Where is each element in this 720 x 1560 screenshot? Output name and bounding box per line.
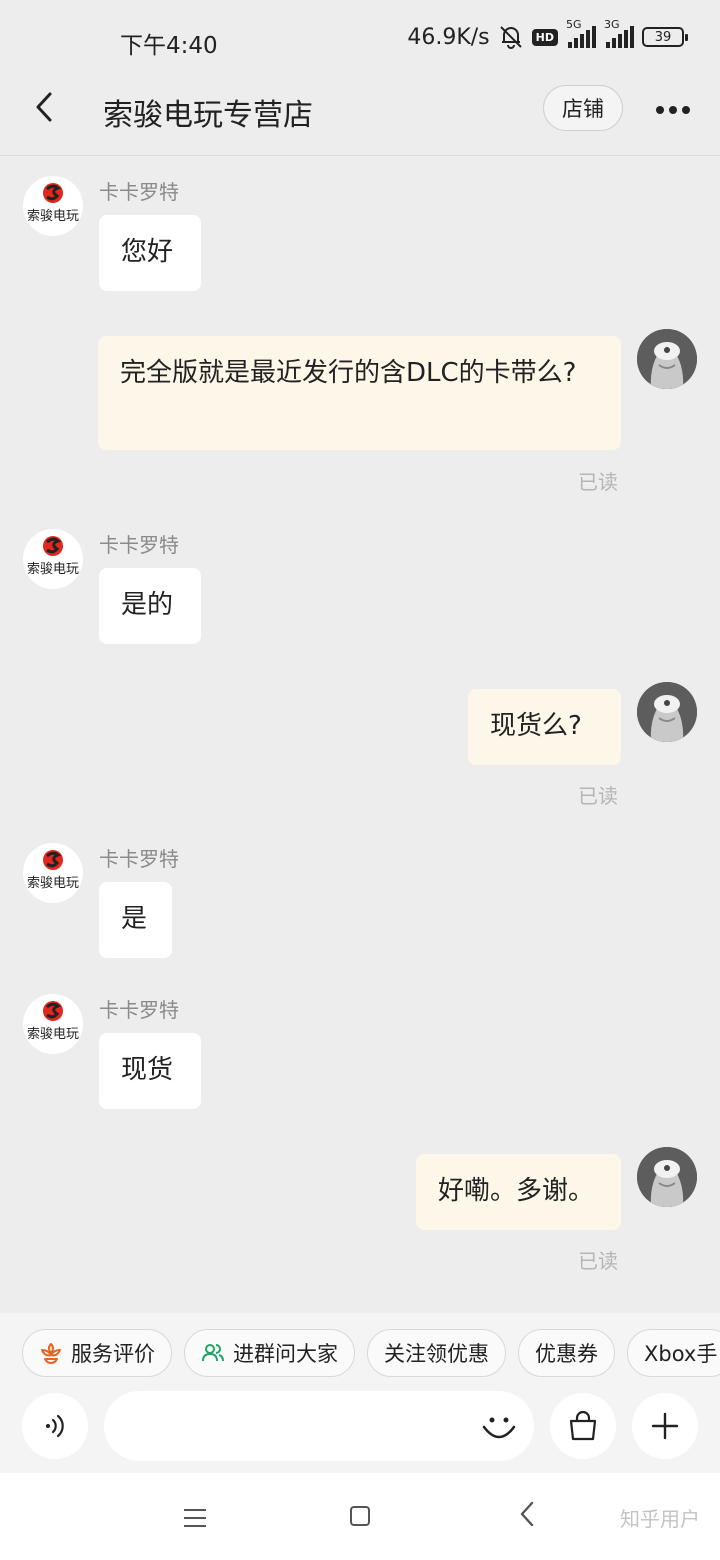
- plus-icon: [651, 1412, 679, 1440]
- shop-logo-text: 索骏电玩: [27, 876, 79, 891]
- shop-logo-icon: 索骏电玩: [27, 850, 79, 891]
- recent-apps-icon[interactable]: [184, 1509, 206, 1533]
- sender-name: 卡卡罗特: [99, 533, 179, 557]
- status-icons: 46.9K/s HD 5G 3G 39: [407, 18, 688, 50]
- sender-name: 卡卡罗特: [99, 847, 179, 871]
- shop-avatar[interactable]: 索骏电玩: [23, 529, 83, 589]
- user-avatar-image: [637, 329, 697, 389]
- user-avatar[interactable]: [637, 682, 697, 742]
- shop-logo-icon: 索骏电玩: [27, 1001, 79, 1042]
- shop-avatar[interactable]: 索骏电玩: [23, 994, 83, 1054]
- signal-5g-icon: 5G: [566, 18, 596, 48]
- watermark: 知乎用户: [620, 1507, 700, 1531]
- user-avatar[interactable]: [637, 329, 697, 389]
- message-bubble[interactable]: 是的: [99, 568, 201, 644]
- shop-button[interactable]: 店铺: [543, 85, 623, 131]
- group-icon: [202, 1344, 224, 1362]
- message-bubble[interactable]: 现货么?: [468, 689, 621, 765]
- emoji-icon[interactable]: [478, 1405, 520, 1447]
- message-bubble[interactable]: 是: [99, 882, 172, 958]
- user-avatar-image: [637, 682, 697, 742]
- quick-actions: 服务评价 进群问大家 关注领优惠 优惠券 Xbox手: [22, 1329, 720, 1377]
- shop-avatar[interactable]: 索骏电玩: [23, 843, 83, 903]
- status-time: 下午4:40: [120, 33, 218, 59]
- plus-button[interactable]: [632, 1393, 698, 1459]
- hd-badge: HD: [531, 28, 558, 46]
- shop-logo-icon: 索骏电玩: [27, 536, 79, 577]
- shopping-bag-button[interactable]: [550, 1393, 616, 1459]
- back-arrow-icon[interactable]: [30, 92, 60, 122]
- system-nav-bar: 知乎用户: [0, 1473, 720, 1560]
- home-icon[interactable]: [350, 1506, 370, 1526]
- read-status: 已读: [578, 784, 618, 808]
- input-row: [0, 1391, 720, 1461]
- chip-label: 优惠券: [535, 1342, 598, 1366]
- user-avatar-image: [637, 1147, 697, 1207]
- chip-label: Xbox手: [644, 1342, 718, 1366]
- chip-service-rating[interactable]: 服务评价: [22, 1329, 172, 1377]
- chat-header: 索骏电玩专营店 店铺: [0, 80, 720, 156]
- battery-icon: 39: [642, 27, 688, 47]
- chip-xbox[interactable]: Xbox手: [627, 1329, 720, 1377]
- sender-name: 卡卡罗特: [99, 998, 179, 1022]
- shop-logo-text: 索骏电玩: [27, 209, 79, 224]
- message-bubble[interactable]: 您好: [99, 215, 201, 291]
- bell-muted-icon: [499, 26, 522, 49]
- chip-coupons[interactable]: 优惠券: [518, 1329, 615, 1377]
- signal-5g-label: 5G: [566, 18, 582, 31]
- nav-back-icon[interactable]: [518, 1499, 538, 1529]
- shopping-bag-icon: [569, 1410, 597, 1441]
- signal-3g-icon: 3G: [604, 18, 634, 48]
- read-status: 已读: [578, 1249, 618, 1273]
- message-input[interactable]: [104, 1391, 534, 1461]
- signal-3g-label: 3G: [604, 18, 620, 31]
- voice-input-button[interactable]: [22, 1393, 88, 1459]
- user-avatar[interactable]: [637, 1147, 697, 1207]
- sender-name: 卡卡罗特: [99, 180, 179, 204]
- chip-join-group[interactable]: 进群问大家: [184, 1329, 355, 1377]
- read-status: 已读: [578, 470, 618, 494]
- chip-label: 关注领优惠: [384, 1342, 489, 1366]
- shop-title: 索骏电玩专营店: [103, 98, 313, 133]
- bottom-panel: 服务评价 进群问大家 关注领优惠 优惠券 Xbox手: [0, 1313, 720, 1473]
- shop-logo-text: 索骏电玩: [27, 1027, 79, 1042]
- chip-label: 服务评价: [71, 1342, 155, 1366]
- chip-label: 进群问大家: [233, 1342, 338, 1366]
- status-bar: 下午4:40 46.9K/s HD 5G 3G 39: [0, 0, 720, 80]
- message-bubble[interactable]: 现货: [99, 1033, 201, 1109]
- shop-avatar[interactable]: 索骏电玩: [23, 176, 83, 236]
- message-bubble[interactable]: 好嘞。多谢。: [416, 1154, 621, 1230]
- voice-icon: [46, 1414, 64, 1438]
- more-options-icon[interactable]: [656, 106, 690, 114]
- shop-logo-text: 索骏电玩: [27, 562, 79, 577]
- message-bubble[interactable]: 完全版就是最近发行的含DLC的卡带么?: [98, 336, 621, 450]
- shop-logo-icon: 索骏电玩: [27, 183, 79, 224]
- chip-follow-discount[interactable]: 关注领优惠: [367, 1329, 506, 1377]
- flower-icon: [41, 1343, 61, 1364]
- net-speed: 46.9K/s: [407, 24, 490, 50]
